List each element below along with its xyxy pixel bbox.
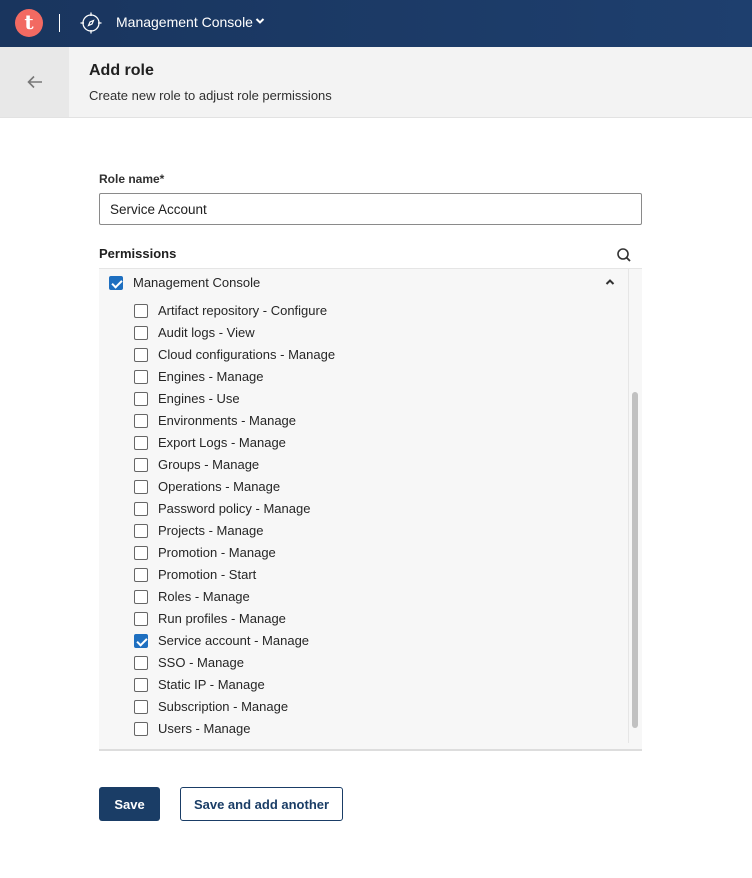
role-name-label: Role name* [99, 172, 165, 186]
permission-checkbox[interactable] [134, 413, 148, 428]
permission-checkbox[interactable] [134, 545, 148, 560]
permission-label: Run profiles - Manage [158, 611, 286, 626]
permission-item[interactable]: Static IP - Manage [134, 677, 265, 692]
permission-checkbox[interactable] [134, 655, 148, 670]
permissions-label: Permissions [99, 246, 177, 261]
permission-item[interactable]: Cloud configurations - Manage [134, 347, 335, 362]
compass-icon [80, 12, 102, 34]
permission-label: Artifact repository - Configure [158, 303, 328, 318]
permission-item[interactable]: Subscription - Manage [134, 699, 288, 714]
permission-label: Subscription - Manage [158, 699, 289, 714]
permission-checkbox[interactable] [134, 699, 148, 714]
permission-checkbox[interactable] [134, 391, 148, 406]
arrow-left-icon [26, 75, 42, 89]
permission-item[interactable]: Groups - Manage [134, 457, 259, 472]
permission-group-management-console[interactable]: Management Console [109, 275, 260, 290]
permission-item[interactable]: Promotion - Manage [134, 545, 276, 560]
group-checkbox[interactable] [109, 275, 123, 290]
page-header: Add role Create new role to adjust role … [0, 47, 752, 118]
permission-checkbox[interactable] [134, 347, 148, 362]
permission-checkbox[interactable] [134, 589, 148, 604]
permission-checkbox[interactable] [134, 567, 148, 582]
permission-label: Static IP - Manage [158, 677, 265, 692]
permission-label: Cloud configurations - Manage [158, 347, 336, 362]
permission-label: Export Logs - Manage [158, 435, 286, 450]
permission-checkbox[interactable] [134, 523, 148, 538]
page-title: Add role [89, 62, 154, 79]
permission-item[interactable]: Environments - Manage [134, 413, 296, 428]
permission-checkbox[interactable] [134, 457, 148, 472]
permission-label: Users - Manage [158, 721, 251, 736]
permission-checkbox[interactable] [134, 303, 148, 318]
permission-checkbox[interactable] [134, 369, 148, 384]
permission-label: Roles - Manage [158, 589, 250, 604]
permission-item[interactable]: SSO - Manage [134, 655, 244, 670]
scrollbar-thumb[interactable] [632, 392, 638, 728]
permission-label: Service account - Manage [158, 633, 310, 648]
page-subtitle: Create new role to adjust role permissio… [89, 88, 332, 103]
permissions-list: Management Console Artifact repository -… [99, 268, 642, 751]
permission-checkbox[interactable] [134, 435, 148, 450]
permission-label: Groups - Manage [158, 457, 260, 472]
permission-item[interactable]: Projects - Manage [134, 523, 264, 538]
permission-label: Engines - Use [158, 391, 240, 406]
group-label: Management Console [133, 275, 261, 290]
permission-label: Projects - Manage [158, 523, 264, 538]
back-button[interactable] [0, 47, 69, 117]
scrollbar[interactable] [628, 269, 642, 743]
permission-checkbox[interactable] [134, 721, 148, 736]
permission-checkbox[interactable] [134, 677, 148, 692]
chevron-down-icon[interactable] [254, 15, 266, 27]
top-navigation-bar: t Management Console [0, 0, 752, 47]
permission-label: Environments - Manage [158, 413, 297, 428]
save-button[interactable]: Save [99, 787, 160, 821]
permission-label: Audit logs - View [158, 325, 255, 340]
save-and-add-another-button[interactable]: Save and add another [180, 787, 343, 821]
permission-item[interactable]: Export Logs - Manage [134, 435, 286, 450]
chevron-up-icon[interactable] [604, 276, 616, 288]
permission-item[interactable]: Promotion - Start [134, 567, 256, 582]
permission-checkbox[interactable] [134, 501, 148, 516]
permission-checkbox[interactable] [134, 633, 148, 648]
permission-item[interactable]: Password policy - Manage [134, 501, 310, 516]
search-icon[interactable] [616, 247, 632, 263]
permission-item[interactable]: Users - Manage [134, 721, 250, 736]
permission-label: Password policy - Manage [158, 501, 311, 516]
permission-checkbox[interactable] [134, 325, 148, 340]
permission-item[interactable]: Audit logs - View [134, 325, 255, 340]
permission-label: Promotion - Manage [158, 545, 276, 560]
permission-item[interactable]: Roles - Manage [134, 589, 250, 604]
permission-item[interactable]: Engines - Use [134, 391, 240, 406]
permission-item[interactable]: Artifact repository - Configure [134, 303, 327, 318]
app-logo[interactable]: t [15, 9, 43, 37]
permission-label: Promotion - Start [158, 567, 257, 582]
permission-item[interactable]: Engines - Manage [134, 369, 264, 384]
permission-label: SSO - Manage [158, 655, 244, 670]
permission-checkbox[interactable] [134, 611, 148, 626]
permission-item[interactable]: Operations - Manage [134, 479, 280, 494]
permission-label: Operations - Manage [158, 479, 281, 494]
permission-item[interactable]: Run profiles - Manage [134, 611, 286, 626]
permission-checkbox[interactable] [134, 479, 148, 494]
role-name-input[interactable] [99, 193, 642, 225]
permission-label: Engines - Manage [158, 369, 264, 384]
permission-item[interactable]: Service account - Manage [134, 633, 309, 648]
divider [59, 14, 60, 32]
app-switcher-title[interactable]: Management Console [116, 14, 253, 30]
